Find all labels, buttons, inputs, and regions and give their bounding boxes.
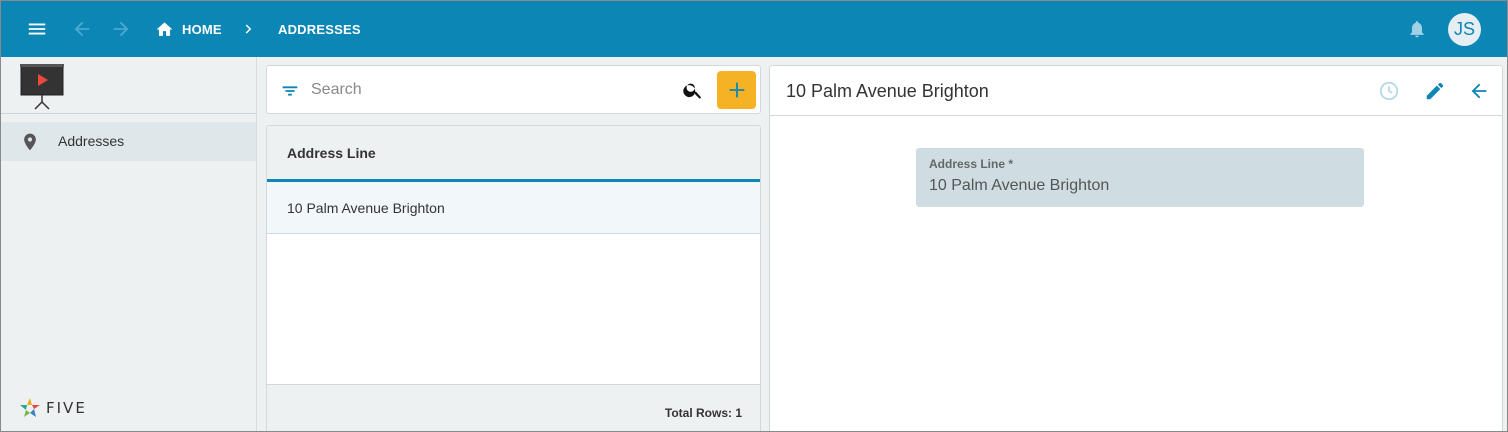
table-row[interactable]: 10 Palm Avenue Brighton: [267, 182, 760, 234]
hamburger-menu-icon[interactable]: [23, 15, 51, 43]
sidebar-item-addresses[interactable]: Addresses: [1, 122, 256, 161]
arrow-forward-icon[interactable]: [107, 15, 135, 43]
filter-icon[interactable]: [279, 80, 301, 102]
chevron-right-icon: [238, 18, 260, 40]
plus-icon: [729, 82, 744, 98]
sidebar: Addresses FIVE: [1, 57, 257, 431]
detail-panel: 10 Palm Avenue Brighton Address Line * 1…: [769, 65, 1503, 431]
sidebar-item-label: Addresses: [58, 133, 125, 149]
five-star-icon: [20, 398, 40, 417]
user-avatar[interactable]: JS: [1448, 13, 1481, 46]
presentation-screen-icon: [20, 64, 64, 110]
table-cell-address-line: 10 Palm Avenue Brighton: [287, 200, 445, 216]
search-input[interactable]: [311, 77, 671, 103]
top-app-bar: HOME ADDRESSES JS: [1, 1, 1507, 57]
total-rows-count: Total Rows: 1: [664, 406, 742, 420]
address-line-field-value: 10 Palm Avenue Brighton: [929, 177, 1110, 194]
address-line-field-label: Address Line *: [929, 157, 1014, 171]
edit-pencil-icon[interactable]: [1423, 79, 1447, 103]
five-logo: FIVE: [18, 395, 108, 421]
bell-icon[interactable]: [1404, 16, 1430, 42]
address-line-field[interactable]: Address Line * 10 Palm Avenue Brighton: [916, 148, 1364, 207]
search-icon[interactable]: [682, 79, 704, 101]
five-logo-text: FIVE: [46, 399, 87, 417]
detail-header: 10 Palm Avenue Brighton: [770, 66, 1502, 116]
breadcrumb-home-label: HOME: [182, 21, 222, 37]
breadcrumb-current[interactable]: ADDRESSES: [278, 22, 361, 37]
home-icon: [156, 21, 173, 36]
breadcrumb-home[interactable]: HOME: [155, 18, 222, 40]
app-window: HOME ADDRESSES JS Addresses FIVE Search …: [0, 0, 1508, 432]
sidebar-logo-area: [1, 57, 256, 114]
arrow-back-icon[interactable]: [1467, 79, 1491, 103]
history-icon[interactable]: [1377, 79, 1401, 103]
list-header: Address Line: [267, 126, 760, 182]
detail-title: 10 Palm Avenue Brighton: [786, 81, 989, 101]
arrow-back-icon[interactable]: [68, 15, 96, 43]
record-list: Address Line 10 Palm Avenue Brighton Tot…: [266, 125, 761, 431]
add-record-button[interactable]: [717, 71, 756, 109]
location-pin-icon: [24, 133, 36, 151]
column-header-address-line[interactable]: Address Line: [287, 145, 376, 161]
search-bar: [266, 65, 761, 114]
list-footer: Total Rows: 1: [267, 384, 760, 431]
